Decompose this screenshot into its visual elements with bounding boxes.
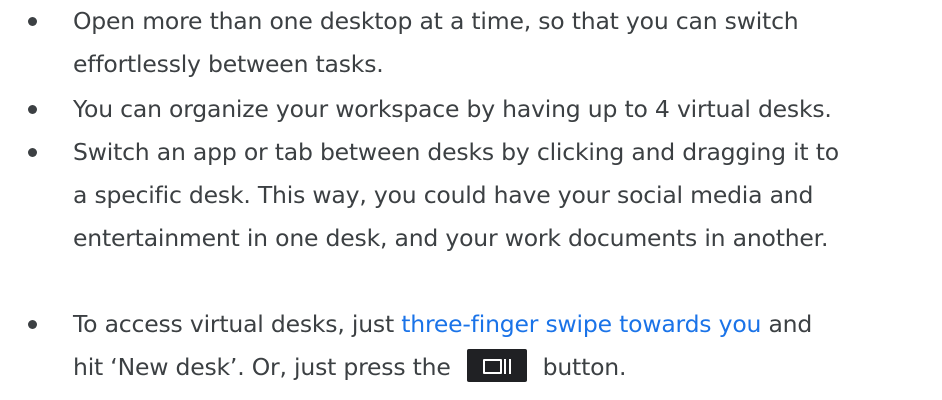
three-finger-swipe-link[interactable]: three-finger swipe towards you <box>401 310 761 338</box>
bullet-dot-icon <box>28 17 37 26</box>
text-segment: To access virtual desks, just <box>73 310 402 338</box>
list-item: Switch an app or tab between desks by cl… <box>0 131 942 260</box>
list-item-line: Open more than one desktop at a time, so… <box>73 7 799 35</box>
list-item-line: a specific desk. This way, you could hav… <box>73 181 814 209</box>
overview-key-bar-shape <box>503 359 507 374</box>
list-item: You can organize your workspace by havin… <box>0 88 942 131</box>
list-item-line: Switch an app or tab between desks by cl… <box>73 138 839 166</box>
list-item-line: You can organize your workspace by havin… <box>73 95 832 123</box>
list-item-line: entertainment in one desk, and your work… <box>73 224 829 252</box>
bullet-dot-icon <box>28 105 37 114</box>
list-item: To access virtual desks, just three-fing… <box>0 303 942 389</box>
bullet-dot-icon <box>28 320 37 329</box>
text-segment: and <box>761 310 813 338</box>
bullet-dot-icon <box>28 148 37 157</box>
text-segment: hit ‘New desk’. Or, just press the <box>73 353 451 381</box>
list-item-line: To access virtual desks, just three-fing… <box>73 303 942 346</box>
list-item: Open more than one desktop at a time, so… <box>0 0 942 86</box>
list-item-line: effortlessly between tasks. <box>73 50 384 78</box>
overview-key-window-shape <box>482 359 502 374</box>
overview-key-icon <box>466 349 527 382</box>
list-item-line: hit ‘New desk’. Or, just press the button… <box>73 346 942 389</box>
overview-key-bar-shape <box>508 359 512 374</box>
text-segment: button. <box>542 353 627 381</box>
